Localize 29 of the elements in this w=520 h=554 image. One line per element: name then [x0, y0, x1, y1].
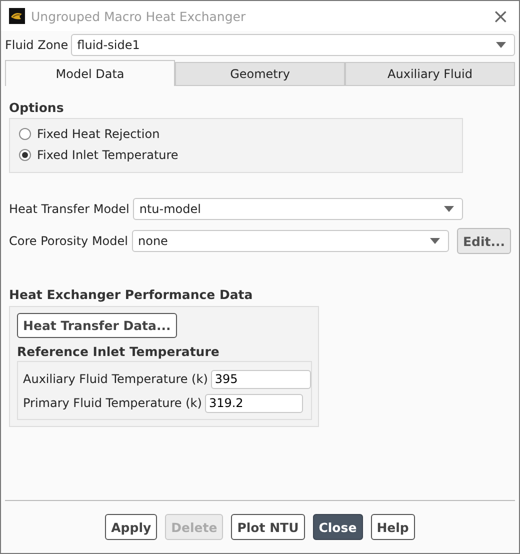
section-title: Reference Inlet Temperature: [17, 344, 220, 359]
section-title: Options: [9, 100, 65, 115]
field-label: Core Porosity Model: [9, 234, 128, 248]
tab[interactable]: Auxiliary Fluid: [345, 62, 515, 86]
dialog-button[interactable]: Apply: [105, 514, 158, 540]
field-label: Auxiliary Fluid Temperature (k): [23, 372, 208, 386]
tab[interactable]: Geometry: [175, 62, 345, 86]
field-label: Heat Transfer Model: [9, 202, 130, 216]
field-label: Primary Fluid Temperature (k): [23, 396, 202, 410]
window-title: Ungrouped Macro Heat Exchanger: [31, 8, 247, 24]
caret-icon: [444, 206, 454, 212]
radio-option[interactable]: Fixed Inlet Temperature: [19, 144, 462, 165]
tab[interactable]: Model Data: [5, 60, 175, 86]
radio-option[interactable]: Fixed Heat Rejection: [19, 123, 462, 144]
app-logo-icon: [9, 8, 25, 24]
caret-icon: [430, 238, 440, 244]
core-porosity-model-dropdown[interactable]: none: [132, 230, 449, 252]
dialog-button[interactable]: Help: [370, 514, 415, 540]
dialog-button[interactable]: Close: [312, 514, 363, 540]
temperature-input[interactable]: 319.2: [204, 394, 303, 412]
close-button[interactable]: ×: [490, 6, 511, 26]
heat-transfer-model-dropdown[interactable]: ntu-model: [133, 198, 464, 220]
temperature-input[interactable]: 395: [210, 370, 311, 388]
caret-icon: [496, 42, 506, 48]
heat-transfer-data-button[interactable]: Heat Transfer Data...: [17, 313, 177, 338]
section-title: Heat Exchanger Performance Data: [9, 287, 254, 302]
field-label: Fluid Zone: [5, 38, 68, 52]
fluid-zone-dropdown[interactable]: fluid-side1: [71, 34, 515, 56]
dialog-button[interactable]: Plot NTU: [231, 514, 305, 540]
